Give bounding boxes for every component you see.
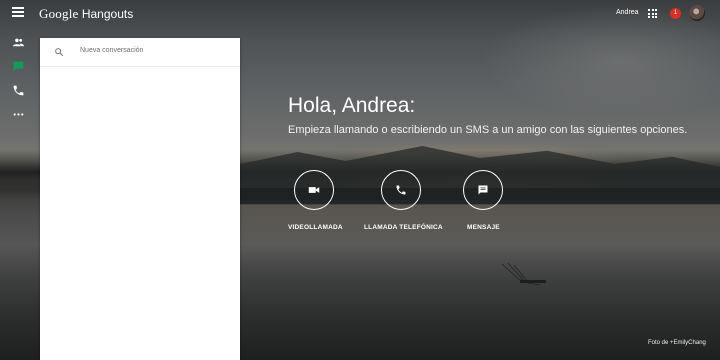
user-name[interactable]: Andrea xyxy=(616,9,639,16)
app-brand: Google Hangouts xyxy=(39,6,133,22)
conversation-panel: Nueva conversación xyxy=(40,38,240,360)
top-bar: Google Hangouts Andrea 1 xyxy=(0,0,720,28)
message-icon xyxy=(478,185,488,195)
phone-icon xyxy=(396,185,406,195)
video-camera-icon xyxy=(308,187,320,193)
greeting-title: Hola, Andrea: xyxy=(288,94,416,117)
photo-credit[interactable]: Foto de +EmilyChang xyxy=(648,340,706,346)
message-button[interactable] xyxy=(463,170,503,210)
avatar[interactable] xyxy=(689,5,705,21)
phone-call-label[interactable]: LLAMADA TELEFÓNICA xyxy=(364,224,443,231)
video-call-label[interactable]: VIDEOLLAMADA xyxy=(288,224,343,231)
fishing-net-silhouette xyxy=(501,262,546,286)
brand-google: Google xyxy=(39,6,79,21)
chat-icon[interactable] xyxy=(12,60,25,73)
more-icon[interactable] xyxy=(12,108,25,121)
notification-badge[interactable]: 1 xyxy=(670,8,681,19)
phone-call-button[interactable] xyxy=(381,170,421,210)
main-menu-button[interactable] xyxy=(12,7,24,19)
apps-grid-icon[interactable] xyxy=(648,9,657,18)
video-call-button[interactable] xyxy=(294,170,334,210)
brand-product: Hangouts xyxy=(81,7,134,21)
background-lake-reflection xyxy=(240,205,720,265)
search-icon xyxy=(55,48,64,57)
search-input[interactable]: Nueva conversación xyxy=(80,47,143,54)
greeting-subtitle: Empieza llamando o escribiendo un SMS a … xyxy=(288,124,688,136)
phone-icon[interactable] xyxy=(12,84,25,97)
message-label[interactable]: MENSAJE xyxy=(467,224,500,231)
new-conversation-search[interactable]: Nueva conversación xyxy=(40,38,240,67)
contacts-icon[interactable] xyxy=(12,36,25,49)
